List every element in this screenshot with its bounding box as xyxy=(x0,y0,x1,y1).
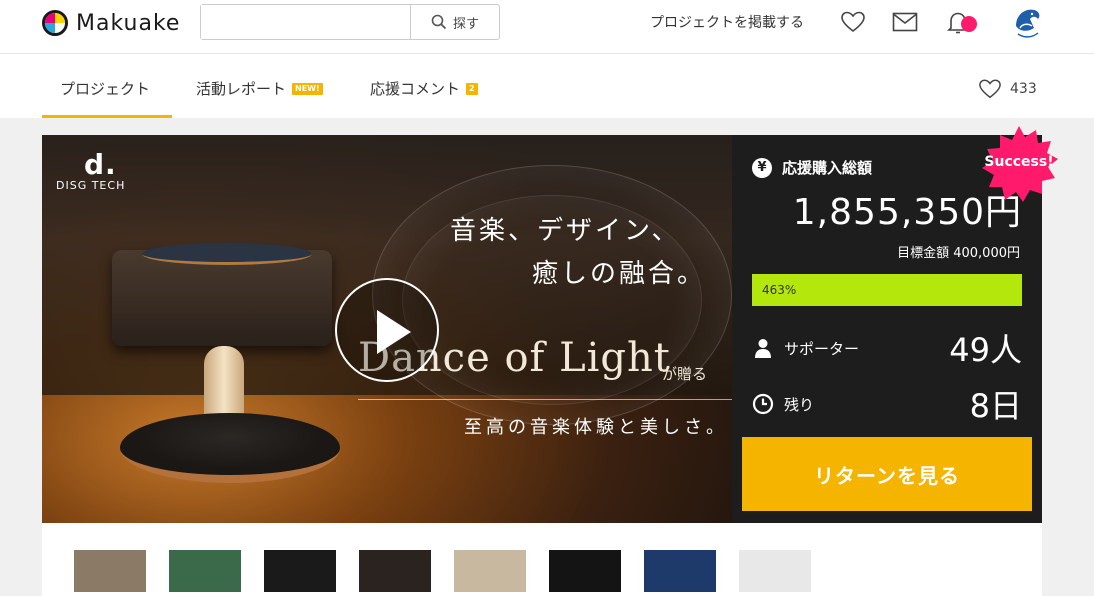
tab-comment[interactable]: 応援コメント 2 xyxy=(370,78,478,99)
new-badge: NEW! xyxy=(292,82,323,95)
brand-logo: d. DISG TECH xyxy=(56,148,126,193)
hero-catch-2: 癒しの融合。 xyxy=(532,259,707,289)
remaining-value: 8日 xyxy=(969,387,1022,425)
success-badge-label: Success! xyxy=(984,154,1054,170)
gallery-thumbnail[interactable] xyxy=(169,550,241,592)
gallery-thumbnail[interactable] xyxy=(454,550,526,592)
brand-name: DISG TECH xyxy=(56,179,126,192)
tab-report[interactable]: 活動レポート NEW! xyxy=(196,78,323,99)
brand-mark: d. xyxy=(84,148,117,181)
search-button[interactable]: 探す xyxy=(410,5,499,39)
view-returns-button[interactable]: リターンを見る xyxy=(742,437,1032,511)
hero-catch-3: 至高の音楽体験と美しさ。 xyxy=(464,417,728,438)
play-icon xyxy=(377,310,411,354)
thumbnail-strip xyxy=(42,523,1042,596)
search-icon xyxy=(431,14,447,30)
comment-count-badge: 2 xyxy=(466,82,478,95)
yen-icon: ¥ xyxy=(752,157,772,178)
hero-catch-1: 音楽、デザイン、 xyxy=(450,216,681,246)
logo-mark-icon xyxy=(42,10,68,36)
mail-icon[interactable] xyxy=(892,10,918,34)
tab-comment-label: 応援コメント xyxy=(370,80,461,98)
supporters-label: サポーター xyxy=(784,339,860,358)
logo-text: Makuake xyxy=(76,10,181,36)
hero-title-suffix: が贈る xyxy=(662,365,708,383)
clock-icon xyxy=(752,393,774,415)
search-button-label: 探す xyxy=(452,16,479,32)
heart-icon[interactable] xyxy=(840,10,866,34)
notification-dot xyxy=(961,16,977,32)
tab-project-label: プロジェクト xyxy=(60,80,151,98)
progress-label: 463% xyxy=(762,283,797,297)
project-tabs: プロジェクト 活動レポート NEW! 応援コメント 2 433 xyxy=(0,54,1094,118)
favorite-button[interactable]: 433 xyxy=(978,78,1037,100)
supporters-row: サポーター 49人 xyxy=(752,325,1022,371)
gallery-thumbnail[interactable] xyxy=(739,550,811,592)
remaining-label: 残り xyxy=(784,395,815,414)
gallery-thumbnail[interactable] xyxy=(549,550,621,592)
tab-report-label: 活動レポート xyxy=(196,80,287,98)
hero-divider xyxy=(358,399,732,400)
gallery-thumbnail[interactable] xyxy=(74,550,146,592)
total-label: ¥ 応援購入総額 xyxy=(752,157,872,178)
makuake-logo[interactable]: Makuake xyxy=(42,8,180,38)
lamp-top xyxy=(142,243,312,265)
progress-fill: 463% xyxy=(752,274,1022,306)
active-tab-underline xyxy=(42,115,172,118)
lamp-base xyxy=(120,413,340,483)
gallery-thumbnail[interactable] xyxy=(264,550,336,592)
post-project-link[interactable]: プロジェクトを掲載する xyxy=(650,12,804,32)
gallery-thumbnail[interactable] xyxy=(359,550,431,592)
progress-bar: 463% xyxy=(752,274,1022,306)
search-box: 探す xyxy=(200,4,500,40)
target-amount: 目標金額 400,000円 xyxy=(897,246,1020,261)
search-input[interactable] xyxy=(201,5,410,39)
person-icon xyxy=(755,339,771,358)
site-header: Makuake 探す プロジェクトを掲載する xyxy=(0,0,1094,54)
supporters-value: 49人 xyxy=(949,331,1022,369)
gallery-thumbnail[interactable] xyxy=(644,550,716,592)
play-button[interactable] xyxy=(335,278,439,382)
remaining-row: 残り 8日 xyxy=(752,381,1022,427)
total-label-text: 応援購入総額 xyxy=(782,159,873,177)
tab-project[interactable]: プロジェクト xyxy=(60,78,150,99)
favorite-count: 433 xyxy=(1010,81,1037,97)
hero-video[interactable]: d. DISG TECH 音楽、デザイン、 癒しの融合。 Dance of Li… xyxy=(42,135,732,523)
heart-icon xyxy=(979,79,1001,99)
avatar[interactable] xyxy=(1012,6,1042,40)
